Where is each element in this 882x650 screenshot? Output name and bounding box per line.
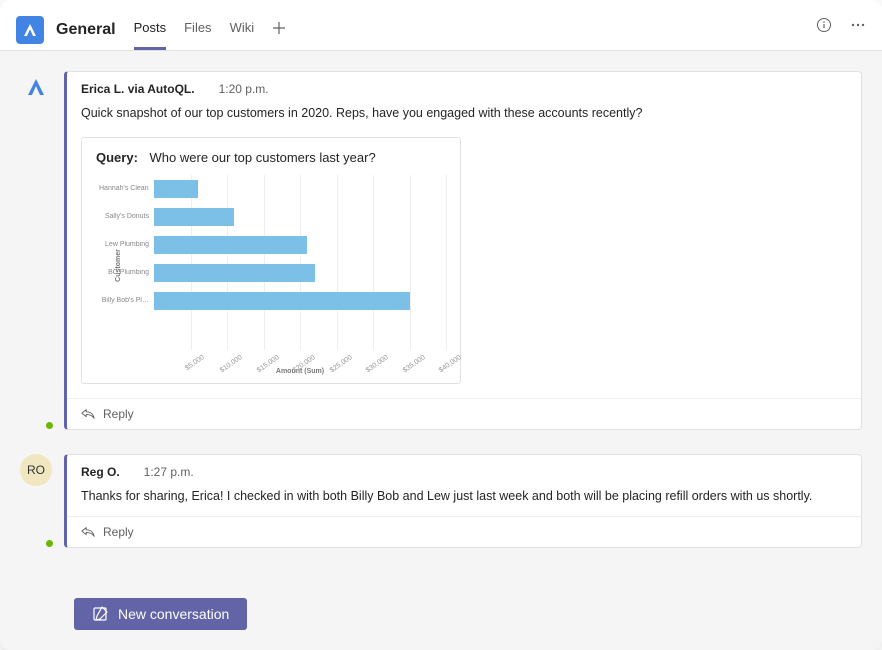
chart-bar-label: Billy Bob's Pl… (99, 297, 149, 304)
post-header: Reg O. 1:27 p.m. (67, 455, 861, 483)
reply-label: Reply (103, 407, 134, 421)
chart-bar-label: Lew Plumbing (99, 241, 149, 248)
tab-posts[interactable]: Posts (134, 10, 167, 50)
chart-query-text: Who were our top customers last year? (150, 150, 376, 165)
post-body: Erica L. via AutoQL. 1:20 p.m. Quick sna… (64, 71, 862, 430)
chart-bar (154, 236, 307, 254)
chart-bar-label: Sally's Donuts (99, 213, 149, 220)
chart-bar (154, 180, 198, 198)
post: RO Reg O. 1:27 p.m. Thanks for sharing, … (20, 454, 862, 548)
chart-bar-row: Hannah's Cleaners (154, 175, 446, 203)
new-conversation-button[interactable]: New conversation (74, 598, 247, 630)
post: Erica L. via AutoQL. 1:20 p.m. Quick sna… (20, 71, 862, 430)
message-list: Erica L. via AutoQL. 1:20 p.m. Quick sna… (0, 51, 882, 598)
post-author: Erica L. via AutoQL. (81, 82, 195, 96)
presence-badge (44, 420, 55, 431)
reply-button[interactable]: Reply (67, 398, 861, 429)
reply-icon (81, 525, 95, 539)
compose-area: New conversation (0, 598, 882, 650)
add-tab-button[interactable] (272, 19, 286, 42)
post-avatar: RO (20, 454, 54, 548)
chart-query-label: Query: (96, 150, 138, 165)
chart-xtick: $40,000 (438, 354, 463, 374)
chart-ylabel: Customer (115, 249, 122, 282)
chart-card: Query: Who were our top customers last y… (81, 137, 461, 384)
more-horizontal-icon (850, 17, 866, 33)
chart-gridline (446, 175, 447, 350)
post-timestamp: 1:20 p.m. (219, 82, 269, 96)
post-author: Reg O. (81, 465, 120, 479)
plus-icon (272, 21, 286, 35)
autoql-logo-icon (24, 75, 48, 99)
post-text: Thanks for sharing, Erica! I checked in … (67, 483, 861, 516)
team-avatar-tile (16, 16, 44, 44)
chart-bar-label: Hannah's Cleaners (99, 185, 149, 192)
channel-name: General (56, 21, 116, 39)
app-frame: General Posts Files Wiki (0, 0, 882, 650)
new-conversation-label: New conversation (118, 606, 229, 622)
autoql-logo-icon (21, 21, 39, 39)
reply-icon (81, 407, 95, 421)
channel-tabs: Posts Files Wiki (134, 10, 287, 50)
post-avatar (20, 71, 54, 430)
more-options-button[interactable] (850, 17, 866, 33)
app-avatar (20, 71, 52, 103)
chart-bar-row: Billy Bob's Pl… (154, 287, 446, 315)
post-timestamp: 1:27 p.m. (144, 465, 194, 479)
header-actions (816, 17, 866, 43)
chart-query: Query: Who were our top customers last y… (96, 150, 446, 165)
post-body: Reg O. 1:27 p.m. Thanks for sharing, Eri… (64, 454, 862, 548)
chart-bar (154, 208, 234, 226)
chart-bar-row: Sally's Donuts (154, 203, 446, 231)
chart-plot: Customer $5,000$10,000$15,000$20,000$25,… (154, 175, 446, 350)
tab-wiki[interactable]: Wiki (230, 10, 255, 50)
channel-info-button[interactable] (816, 17, 832, 33)
reply-button[interactable]: Reply (67, 516, 861, 547)
post-header: Erica L. via AutoQL. 1:20 p.m. (67, 72, 861, 100)
chart-bar-row: Lew Plumbing (154, 231, 446, 259)
user-avatar: RO (20, 454, 52, 486)
chart-bar-row: BC Plumbing (154, 259, 446, 287)
chart-bar-label: BC Plumbing (99, 269, 149, 276)
presence-badge (44, 538, 55, 549)
tab-files[interactable]: Files (184, 10, 211, 50)
post-text: Quick snapshot of our top customers in 2… (67, 100, 861, 133)
compose-icon (92, 606, 108, 622)
reply-label: Reply (103, 525, 134, 539)
chart-bar (154, 264, 315, 282)
channel-header: General Posts Files Wiki (0, 0, 882, 51)
info-icon (816, 17, 832, 33)
chart-bar (154, 292, 410, 310)
